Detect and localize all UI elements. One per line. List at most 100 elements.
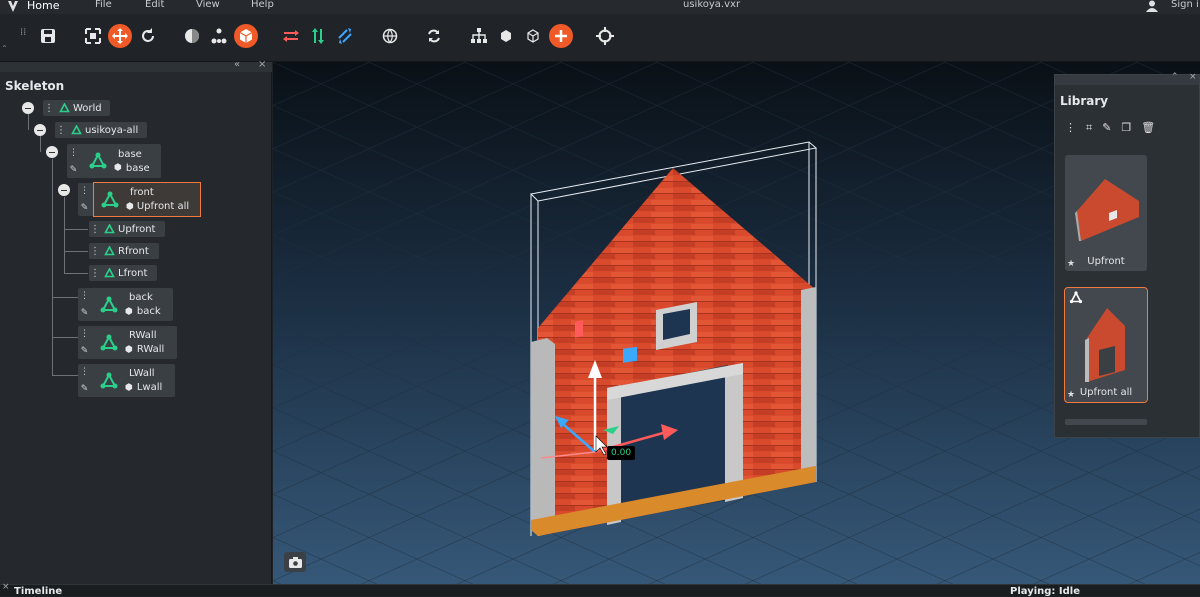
- node-menu-icon[interactable]: ⋮: [80, 329, 89, 339]
- tree-node-usikoya-all[interactable]: ⋮ usikoya-all: [55, 122, 147, 138]
- node-menu-icon[interactable]: ⋮: [80, 367, 89, 377]
- trash-icon[interactable]: 🗑: [1141, 121, 1155, 135]
- tree-line: [52, 375, 78, 376]
- rotate-tool-button[interactable]: [136, 24, 160, 48]
- cube-icon: ⬢: [125, 306, 133, 317]
- bone-group-icon: [59, 103, 70, 113]
- bones-icon: [211, 28, 227, 44]
- shading-button[interactable]: [180, 24, 204, 48]
- node-menu-icon[interactable]: ⋮: [69, 148, 78, 158]
- model-ref: ⬢ Lwall: [125, 382, 162, 393]
- tree-line: [52, 297, 78, 298]
- close-timeline-icon[interactable]: ×: [2, 582, 10, 592]
- thumbnail-upfront: [1075, 179, 1139, 241]
- node-menu-icon[interactable]: ⋮: [43, 103, 55, 114]
- model-ref: ⬢ base: [114, 163, 150, 174]
- collapse-panel-icon[interactable]: «: [234, 59, 240, 70]
- wire-cube-button[interactable]: [521, 24, 545, 48]
- tree-line: [28, 114, 29, 130]
- node-menu-icon[interactable]: ⋮: [80, 291, 89, 301]
- collapse-panel-icon[interactable]: ⌃: [1171, 72, 1179, 82]
- solid-cube-button[interactable]: [494, 24, 518, 48]
- tree-node-lwall[interactable]: ⋮ ✎ LWall ⬢ Lwall: [78, 364, 175, 397]
- bone-group-icon: [104, 268, 115, 278]
- edit-pencil-icon[interactable]: ✎: [81, 384, 89, 394]
- node-menu-icon[interactable]: ⋮: [89, 224, 101, 235]
- close-panel-icon[interactable]: ×: [1189, 72, 1197, 82]
- bone-icon: [100, 296, 118, 312]
- node-menu-icon[interactable]: ⋮: [89, 246, 101, 257]
- library-item-upfront-all[interactable]: ★ Upfront all: [1064, 287, 1148, 403]
- library-item-upfront[interactable]: ★ Upfront: [1065, 155, 1147, 271]
- menu-help[interactable]: Help: [251, 0, 274, 10]
- duplicate-icon[interactable]: ❐: [1121, 121, 1131, 135]
- node-label: Lfront: [118, 267, 148, 279]
- edit-pencil-icon[interactable]: ✎: [81, 308, 89, 318]
- node-menu-icon[interactable]: ⋮: [80, 186, 89, 196]
- edit-pencil-icon[interactable]: ✎: [81, 346, 89, 356]
- bone-icon: [100, 334, 118, 350]
- tree-node-upfront[interactable]: ⋮ Upfront: [89, 221, 165, 237]
- crop-icon[interactable]: ⌗: [1086, 121, 1092, 135]
- center-target-button[interactable]: [593, 24, 617, 48]
- collapse-usikoya-toggle[interactable]: [34, 124, 46, 136]
- library-scroll-stub: [1065, 419, 1147, 425]
- wall-pillar-right: [801, 287, 816, 469]
- tree-node-world[interactable]: ⋮ World: [43, 100, 110, 116]
- tree-node-front[interactable]: ⋮ ✎ front ⬢ Upfront all: [78, 182, 201, 217]
- screenshot-button[interactable]: [284, 552, 306, 572]
- collapse-base-toggle[interactable]: [46, 146, 58, 158]
- tree-node-rfront[interactable]: ⋮ Rfront: [89, 243, 159, 259]
- tree-node-rwall[interactable]: ⋮ ✎ RWall ⬢ RWall: [78, 326, 177, 359]
- menu-edit[interactable]: Edit: [145, 0, 164, 10]
- world-space-button[interactable]: [378, 24, 402, 48]
- edit-pencil-icon[interactable]: ✎: [81, 203, 89, 213]
- save-button[interactable]: [36, 24, 60, 48]
- bone-name: RWall: [129, 330, 157, 341]
- tree-node-base[interactable]: ⋮ ✎ base ⬢ base: [67, 144, 161, 178]
- edit-pencil-icon[interactable]: ✎: [70, 165, 78, 175]
- swap-horizontal-icon: [283, 30, 299, 42]
- more-menu-icon[interactable]: ⋮: [1065, 121, 1076, 135]
- toolbar: ⁞⁞ ⌃: [0, 14, 1200, 62]
- swap-z-button[interactable]: [333, 24, 357, 48]
- add-button[interactable]: [549, 24, 573, 48]
- bone-icon: [89, 152, 107, 169]
- sign-in-link[interactable]: Sign i: [1171, 0, 1199, 10]
- bottom-bar: × Timeline Playing: Idle: [0, 582, 1200, 597]
- model-ref: ⬢ RWall: [125, 344, 164, 355]
- cube-outline-icon: [527, 29, 539, 43]
- tree-line: [52, 159, 53, 375]
- node-menu-icon[interactable]: ⋮: [55, 125, 67, 136]
- swap-x-button[interactable]: [279, 24, 303, 48]
- menu-file[interactable]: File: [95, 0, 112, 10]
- skeleton-title: Skeleton: [5, 79, 65, 93]
- menubar: Home File Edit View Help usikoya.vxr Sig…: [0, 0, 1200, 14]
- node-label: World: [73, 102, 102, 114]
- menu-view[interactable]: View: [196, 0, 220, 10]
- node-menu-icon[interactable]: ⋮: [89, 268, 101, 279]
- close-panel-icon[interactable]: ×: [258, 59, 266, 70]
- toolbar-grip-icon[interactable]: ⁞⁞: [20, 28, 26, 38]
- pencil-icon[interactable]: ✎: [1102, 121, 1111, 135]
- move-arrows-icon: [112, 28, 128, 44]
- bone-name: base: [118, 148, 142, 160]
- hierarchy-button[interactable]: [467, 24, 491, 48]
- globe-icon: [382, 28, 398, 44]
- fit-view-button[interactable]: [81, 24, 105, 48]
- model-view-button[interactable]: [234, 24, 258, 48]
- collapse-world-toggle[interactable]: [22, 102, 34, 114]
- swap-y-button[interactable]: [306, 24, 330, 48]
- bone-icon: [100, 372, 118, 388]
- rotate-icon: [142, 28, 154, 42]
- bone-name: LWall: [129, 368, 155, 379]
- move-tool-button[interactable]: [108, 24, 132, 48]
- reset-button[interactable]: [422, 24, 446, 48]
- toolbar-collapse-icon[interactable]: ⌃: [1, 44, 8, 53]
- bones-button[interactable]: [207, 24, 231, 48]
- tree-node-lfront[interactable]: ⋮ Lfront: [89, 265, 157, 281]
- collapse-front-toggle[interactable]: [58, 184, 70, 196]
- menu-home[interactable]: Home: [27, 0, 59, 12]
- tree-line: [52, 337, 78, 338]
- tree-node-back[interactable]: ⋮ ✎ back ⬢ back: [78, 288, 173, 321]
